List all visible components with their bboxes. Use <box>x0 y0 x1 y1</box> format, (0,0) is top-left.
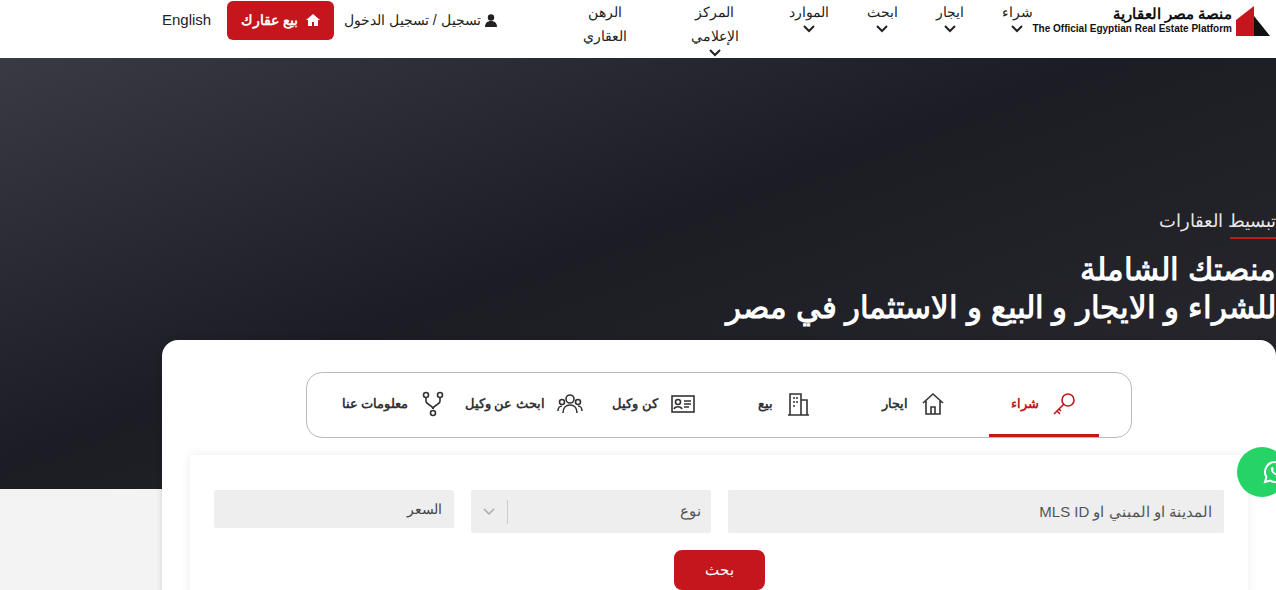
search-form: نوع السعر بحث <box>190 455 1248 590</box>
search-tab[interactable]: بيع <box>729 373 839 437</box>
tagline-underline <box>1230 237 1276 239</box>
search-tab[interactable]: ابحث عن وكيل <box>469 373 579 437</box>
search-tab[interactable]: شراء <box>989 373 1099 437</box>
key-icon <box>1051 391 1077 417</box>
whatsapp-icon <box>1263 460 1276 484</box>
logo[interactable]: منصة مصر العقاريةThe Official Egyptian R… <box>1033 0 1276 40</box>
location-input[interactable] <box>728 490 1224 533</box>
logo-icon <box>1236 2 1276 38</box>
search-card: شراء ايجار بيع كن وكيل ابحث عن وكيل معلومات ع… <box>162 340 1276 590</box>
chevron-down-icon <box>802 24 816 34</box>
house-icon <box>920 391 946 417</box>
language-switch[interactable]: English <box>162 9 211 32</box>
price-filter[interactable]: السعر <box>214 490 454 528</box>
nav-item[interactable]: شراء <box>1002 0 1033 34</box>
search-tab[interactable]: ايجار <box>859 373 969 437</box>
user-icon <box>485 14 497 27</box>
chevron-down-icon <box>708 48 722 58</box>
nav-item[interactable]: الموارد <box>789 0 829 34</box>
nav-item[interactable]: ابحث <box>867 0 898 34</box>
nav-item[interactable]: ايجار <box>936 0 964 34</box>
search-tab[interactable]: كن وكيل <box>599 373 709 437</box>
id-card-icon <box>670 391 696 417</box>
branch-icon <box>420 391 446 417</box>
select-chevron-icon <box>471 508 507 516</box>
home-icon <box>306 14 320 26</box>
people-icon <box>557 391 583 417</box>
hero-tagline: تبسيط العقارات <box>1159 208 1276 237</box>
main-nav: شراء ايجار ابحث الموارد المركز الإعلامي الرهن… <box>569 0 1033 58</box>
hero-title: منصتك الشاملةللشراء و الايجار و البيع و … <box>726 251 1276 327</box>
chevron-down-icon <box>875 24 889 34</box>
search-button[interactable]: بحث <box>674 550 765 590</box>
nav-item[interactable]: المركز الإعلامي <box>679 0 751 58</box>
login-link[interactable]: تسجيل / تسجيل الدخول <box>344 10 497 31</box>
chevron-down-icon <box>1010 24 1024 34</box>
top-header: منصة مصر العقاريةThe Official Egyptian R… <box>0 0 1276 58</box>
nav-item[interactable]: الرهن العقاري <box>569 0 641 58</box>
search-tab[interactable]: معلومات عنا <box>339 373 449 437</box>
search-tabs: شراء ايجار بيع كن وكيل ابحث عن وكيل معلومات ع… <box>306 372 1132 438</box>
building-icon <box>785 391 811 417</box>
type-select[interactable]: نوع <box>471 490 711 533</box>
chevron-down-icon <box>943 24 957 34</box>
sell-property-button[interactable]: بيع عقارك <box>227 1 334 40</box>
